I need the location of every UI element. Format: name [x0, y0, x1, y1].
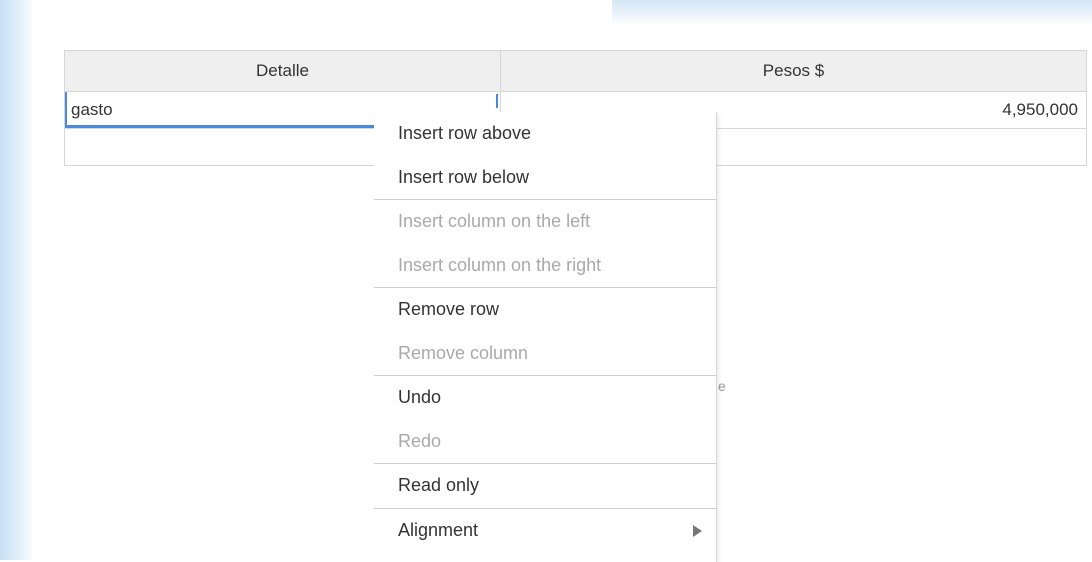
background-top-edge	[612, 0, 1092, 26]
menu-item-insert-column-left: Insert column on the left	[374, 199, 716, 244]
menu-item-alignment-label: Alignment	[398, 519, 479, 540]
column-header-pesos[interactable]: Pesos $	[500, 50, 1087, 92]
menu-item-undo[interactable]: Undo	[374, 375, 716, 420]
submenu-arrow-icon	[693, 524, 702, 537]
header-row: Detalle Pesos $	[64, 50, 1087, 92]
background-left-edge	[0, 0, 34, 560]
selection-fill-handle[interactable]	[496, 94, 498, 108]
menu-item-insert-column-right: Insert column on the right	[398, 254, 602, 275]
background-text-fragment: e	[718, 378, 726, 394]
menu-item-read-only[interactable]: Read only	[374, 463, 716, 508]
column-header-detalle[interactable]: Detalle	[64, 50, 501, 92]
menu-item-insert-row-below[interactable]: Insert row below	[374, 156, 716, 200]
menu-item-redo: Redo	[398, 430, 442, 451]
menu-item-remove-row[interactable]: Remove row	[374, 287, 716, 332]
context-menu: Insert row above Insert row below Insert…	[374, 112, 717, 562]
menu-item-remove-column: Remove column	[398, 342, 529, 363]
menu-item-insert-row-above[interactable]: Insert row above	[374, 112, 716, 156]
menu-item-alignment[interactable]: Alignment	[374, 507, 716, 553]
